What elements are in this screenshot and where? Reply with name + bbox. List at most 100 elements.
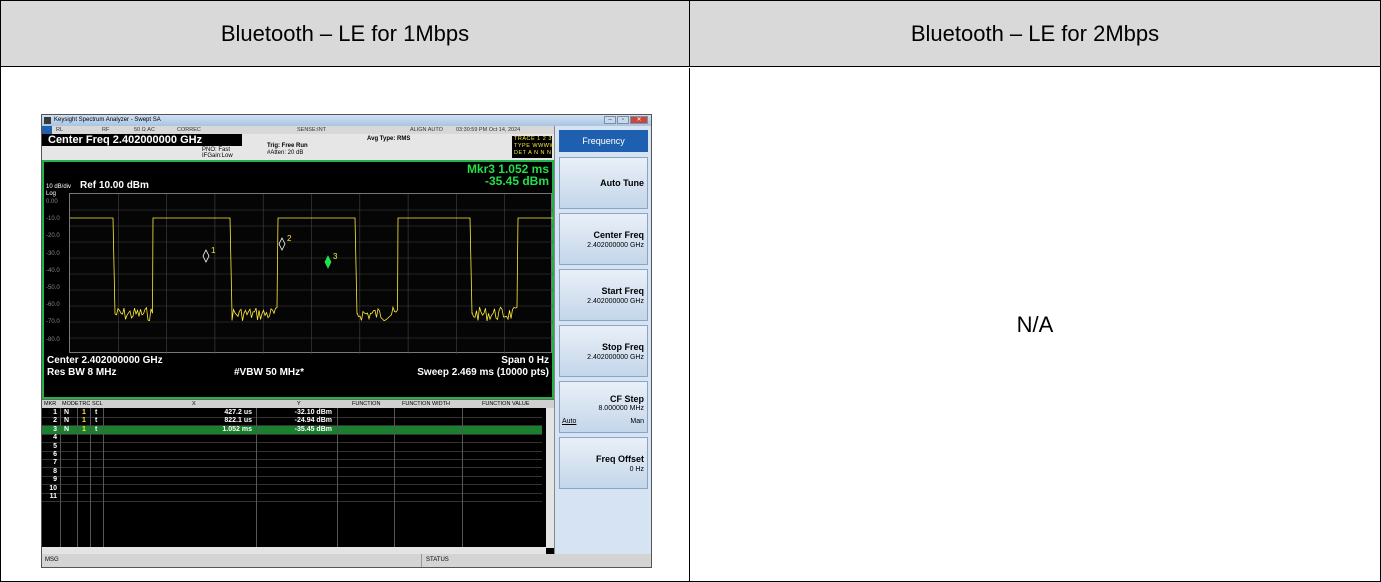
impedance-label: 50 Ω AC xyxy=(134,127,155,133)
center-freq-title: Center Freq 2.402000000 GHz xyxy=(42,134,242,146)
marker-label: 1 xyxy=(211,246,216,255)
rl-label: RL xyxy=(56,127,64,133)
y-tick-label: 0.00 xyxy=(46,199,58,205)
marker-num: 6 xyxy=(53,451,57,458)
y-tick-label: -20.0 xyxy=(46,233,60,240)
start-freq-button[interactable]: Start Freq 2.402000000 GHz xyxy=(559,269,648,321)
auto-tune-button[interactable]: Auto Tune xyxy=(559,157,648,209)
marker-table-vertical-scrollbar[interactable] xyxy=(546,408,554,548)
marker-num: 7 xyxy=(53,459,57,467)
table-row[interactable]: 5 xyxy=(42,443,542,451)
center-label: Center 2.402000000 GHz xyxy=(47,355,163,366)
table-row[interactable]: 11 xyxy=(42,493,542,501)
cf-step-button[interactable]: CF Step 8.000000 MHz Auto Man xyxy=(559,381,648,433)
table-row[interactable]: 10 xyxy=(42,485,542,493)
marker-scl: t xyxy=(95,409,98,416)
col-scl: SCL xyxy=(92,401,103,407)
freq-offset-value: 0 Hz xyxy=(629,466,644,473)
softkey-panel: Frequency Auto Tune Center Freq 2.402000… xyxy=(554,126,651,554)
marker-x: 822.1 us xyxy=(224,417,252,425)
y-tick-label: -10.0 xyxy=(46,216,60,223)
cf-step-man: Man xyxy=(630,418,644,425)
marker-x: 1.052 ms xyxy=(222,425,252,433)
marker-num: 8 xyxy=(53,467,57,475)
stop-freq-label: Stop Freq xyxy=(602,342,644,352)
col-divider xyxy=(256,408,257,548)
marker-mode: N xyxy=(64,425,70,433)
analyzer-titlebar: Keysight Spectrum Analyzer - Swept SA – … xyxy=(42,115,651,126)
restore-icon[interactable]: ▫ xyxy=(617,116,629,124)
freq-offset-label: Freq Offset xyxy=(595,454,644,464)
trace-plot[interactable]: 1 2 3 xyxy=(69,193,553,354)
table-row[interactable]: 2 N 1 t 822.1 us -24.94 dBm xyxy=(42,417,542,425)
col-mkr: MKR xyxy=(44,401,57,407)
marker-x: 427.2 us xyxy=(224,409,252,416)
msg-label: MSG xyxy=(45,557,59,563)
marker-label: 2 xyxy=(287,234,292,243)
analyzer-settings-bar: Center Freq 2.402000000 GHz PNO: Fast IF… xyxy=(42,134,568,160)
sense-label: SENSE:INT xyxy=(297,127,327,133)
det-line: DET A N N N N N xyxy=(514,150,565,156)
rbw-label: Res BW 8 MHz xyxy=(47,367,117,378)
center-freq-button[interactable]: Center Freq 2.402000000 GHz xyxy=(559,213,648,265)
marker-mode: N xyxy=(64,417,70,425)
table-row[interactable]: 9 xyxy=(42,476,542,484)
analyzer-status-bar: RL RF 50 Ω AC CORREC SENSE:INT ALIGN AUT… xyxy=(42,126,554,134)
col-divider xyxy=(77,408,78,548)
status-label: STATUS xyxy=(421,554,471,567)
y-tick-label: -70.0 xyxy=(46,319,60,326)
col-function: FUNCTION xyxy=(352,401,381,407)
marker-trc: 1 xyxy=(82,417,86,425)
marker-num: 2 xyxy=(53,417,57,425)
avg-type-label: Avg Type: RMS xyxy=(367,136,411,142)
stop-freq-button[interactable]: Stop Freq 2.402000000 GHz xyxy=(559,325,648,377)
graph-area[interactable]: 10 dB/div Log Ref 10.00 dBm Mkr3 1.052 m… xyxy=(42,160,554,399)
minimize-icon[interactable]: – xyxy=(604,116,616,124)
close-icon[interactable]: ✕ xyxy=(630,116,648,124)
marker-scl: t xyxy=(95,425,98,433)
col-mode: MODE xyxy=(62,401,79,407)
spectrum-analyzer-screenshot: Keysight Spectrum Analyzer - Swept SA – … xyxy=(41,114,652,568)
table-row[interactable]: 7 xyxy=(42,459,542,467)
center-freq-value: 2.402000000 GHz xyxy=(587,242,644,249)
table-row[interactable]: 3 N 1 t 1.052 ms -35.45 dBm xyxy=(42,425,542,434)
trace-svg: 1 2 3 xyxy=(70,194,553,354)
table-row[interactable]: 6 xyxy=(42,451,542,459)
table-row[interactable]: 1 N 1 t 427.2 us -32.10 dBm xyxy=(42,409,542,417)
marker-table: MKR MODE TRC SCL X Y FUNCTION FUNCTION W… xyxy=(42,399,554,554)
marker-label: 3 xyxy=(333,252,338,261)
stop-freq-value: 2.402000000 GHz xyxy=(587,354,644,361)
y-tick-label: -50.0 xyxy=(46,285,60,291)
trig-label: Trig: Free Run xyxy=(267,143,308,149)
ref-level-label: Ref 10.00 dBm xyxy=(80,180,149,191)
y-tick-label: -60.0 xyxy=(46,302,60,309)
marker-num: 11 xyxy=(49,493,57,500)
rl-indicator xyxy=(42,126,52,134)
row-divider xyxy=(42,501,542,502)
table-row[interactable]: 8 xyxy=(42,468,542,476)
marker-table-horizontal-scrollbar[interactable] xyxy=(42,547,546,554)
auto-tune-label: Auto Tune xyxy=(600,178,644,188)
table-row[interactable]: 4 xyxy=(42,434,542,442)
marker-y: -35.45 dBm xyxy=(294,425,332,433)
window-buttons: – ▫ ✕ xyxy=(604,116,648,125)
softkey-menu-title: Frequency xyxy=(559,130,648,152)
log-label: Log xyxy=(46,191,57,197)
marker-num: 3 xyxy=(53,425,57,433)
col-divider xyxy=(394,408,395,548)
header-2mbps: Bluetooth – LE for 2Mbps xyxy=(910,21,1160,46)
span-label: Span 0 Hz xyxy=(501,355,549,366)
marker-num: 9 xyxy=(53,476,57,484)
col-y: Y xyxy=(297,401,301,407)
freq-offset-button[interactable]: Freq Offset 0 Hz xyxy=(559,437,648,489)
marker-trc: 1 xyxy=(82,425,86,433)
marker-scl: t xyxy=(95,417,98,425)
cf-step-value: 8.000000 MHz xyxy=(598,405,644,412)
trace-status-box: TRACE 1 2 3 4 5 6 TYPE WWWWWW DET A N N … xyxy=(512,136,568,158)
marker-num: 5 xyxy=(53,442,57,450)
cf-step-auto: Auto xyxy=(562,418,577,425)
cf-step-label: CF Step xyxy=(609,394,644,404)
atten-label: #Atten: 20 dB xyxy=(267,150,304,156)
marker-diamond xyxy=(278,237,286,251)
marker-y: -24.94 dBm xyxy=(294,417,332,425)
